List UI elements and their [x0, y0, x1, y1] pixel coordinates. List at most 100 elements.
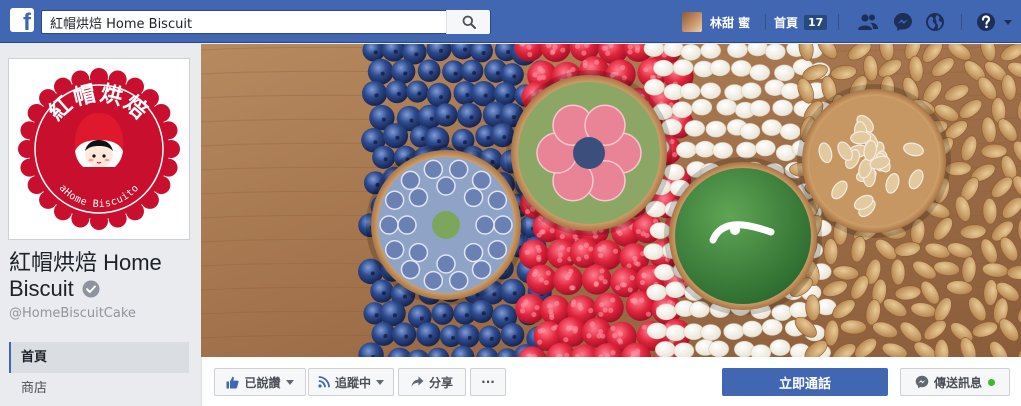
raspberry-drupelet	[608, 307, 614, 313]
profile-picture-frame[interactable]: 紅帽烘焙 aHome Biscuito	[8, 58, 190, 240]
white-chocolate-chip	[779, 123, 801, 140]
friend-requests-icon[interactable]	[857, 11, 879, 33]
white-chocolate-chip	[646, 322, 668, 340]
cover-photo[interactable]	[201, 44, 1021, 357]
raspberry-drupelet	[589, 321, 596, 327]
left-nav-item[interactable]: 首頁	[9, 342, 189, 373]
raspberry-drupelet	[520, 302, 526, 308]
blueberry-crown	[370, 271, 375, 276]
raspberry-drupelet	[599, 268, 605, 274]
call-now-button[interactable]: 立即通話	[722, 368, 888, 396]
tart-blueberry	[436, 176, 456, 196]
raspberry-drupelet	[588, 307, 594, 314]
blueberry	[417, 59, 441, 83]
blueberry-crown	[481, 51, 486, 56]
raspberry-drupelet	[583, 242, 589, 248]
blueberry	[370, 279, 394, 303]
nut	[980, 143, 1008, 159]
more-options-button[interactable]: ···	[470, 368, 506, 396]
raspberry-drupelet	[639, 279, 646, 286]
raspberry-drupelet	[599, 302, 605, 308]
raspberry-drupelet	[583, 254, 590, 260]
blueberry-crown	[409, 118, 414, 123]
blueberry-crown	[380, 71, 385, 76]
profile-name: 林甜 蜜	[710, 15, 751, 30]
account-menu-caret[interactable]	[1004, 20, 1012, 25]
raspberry-drupelet	[617, 230, 623, 237]
search-box	[41, 10, 491, 34]
tart-blueberry	[384, 239, 405, 260]
tart-blueberry	[463, 187, 484, 208]
send-message-button[interactable]: 傳送訊息	[900, 368, 1010, 396]
raspberry-drupelet	[599, 275, 605, 281]
raspberry-drupelet	[598, 311, 604, 317]
tart-blueberry	[423, 270, 444, 291]
search-input[interactable]	[42, 11, 448, 33]
white-chocolate-chip	[740, 82, 762, 99]
blueberry-crown	[442, 313, 447, 318]
raspberry-drupelet	[578, 244, 584, 250]
white-chocolate-chip	[646, 284, 667, 301]
profile-link[interactable]: 林甜 蜜	[682, 12, 750, 32]
left-nav: 首頁 商店	[9, 342, 189, 404]
raspberry-drupelet	[576, 256, 582, 262]
tart-blueberry	[423, 159, 444, 180]
blueberry-crown	[464, 313, 469, 318]
page-handle[interactable]: @HomeBiscuitCake	[9, 306, 136, 321]
blueberry	[460, 59, 484, 83]
blueberry-crown	[506, 49, 511, 54]
tart-filling	[675, 168, 811, 304]
raspberry-drupelet	[569, 285, 575, 291]
raspberry-drupelet	[537, 339, 543, 345]
facebook-logo-icon[interactable]: f	[10, 8, 34, 32]
white-chocolate-chip	[700, 44, 721, 59]
blueberry-crown	[512, 74, 517, 79]
raspberry-drupelet	[620, 64, 626, 71]
blueberry	[493, 82, 517, 106]
raspberry-drupelet	[548, 308, 554, 314]
raspberry-drupelet	[598, 252, 604, 259]
tart-blueberry	[448, 270, 469, 291]
left-nav-item[interactable]: 商店	[9, 373, 189, 404]
blueberry-crown	[486, 136, 491, 141]
raspberry-drupelet	[627, 287, 633, 293]
raspberry-drupelet	[554, 300, 560, 307]
search-button[interactable]	[446, 10, 490, 34]
raspberry-drupelet	[549, 228, 555, 234]
following-button[interactable]: 追蹤中	[308, 368, 394, 396]
blueberry	[455, 324, 480, 348]
liked-button[interactable]: 已說讚	[214, 368, 306, 396]
tart-blueberry	[493, 215, 513, 235]
tart-blueberry	[397, 215, 417, 235]
blueberry-crown	[465, 92, 470, 97]
white-chocolate-chip	[712, 142, 733, 159]
white-chocolate-chip	[655, 303, 677, 321]
blueberry-crown	[495, 114, 500, 119]
tart-blueberry	[384, 190, 405, 211]
raspberry-drupelet	[560, 47, 566, 53]
raspberry-drupelet	[612, 333, 618, 339]
raspberry-drupelet	[538, 277, 545, 283]
share-button[interactable]: 分享	[398, 368, 466, 396]
white-chocolate-chip	[643, 243, 664, 260]
raspberry-drupelet	[635, 261, 641, 267]
white-chocolate-chip	[684, 120, 706, 137]
blueberry-crown	[383, 157, 388, 162]
raspberry-drupelet	[536, 247, 542, 253]
raspberry-drupelet	[602, 307, 608, 313]
blueberry-crown	[429, 70, 434, 75]
home-link[interactable]: 首頁 17	[774, 12, 828, 32]
white-chocolate-chip	[705, 120, 727, 138]
raspberry-drupelet	[672, 152, 678, 158]
globe-notifications-icon[interactable]	[924, 11, 946, 33]
blueberry-crown	[383, 333, 388, 338]
blueberry-crown	[505, 93, 510, 98]
help-icon[interactable]	[975, 11, 997, 33]
raspberry-drupelet	[629, 275, 635, 281]
following-label: 追蹤中	[334, 375, 371, 390]
raspberry-drupelet	[557, 257, 563, 263]
messenger-icon[interactable]	[892, 11, 914, 33]
blueberry-crown	[453, 71, 458, 76]
blueberry-crown	[373, 50, 378, 55]
raspberry-drupelet	[617, 339, 624, 345]
